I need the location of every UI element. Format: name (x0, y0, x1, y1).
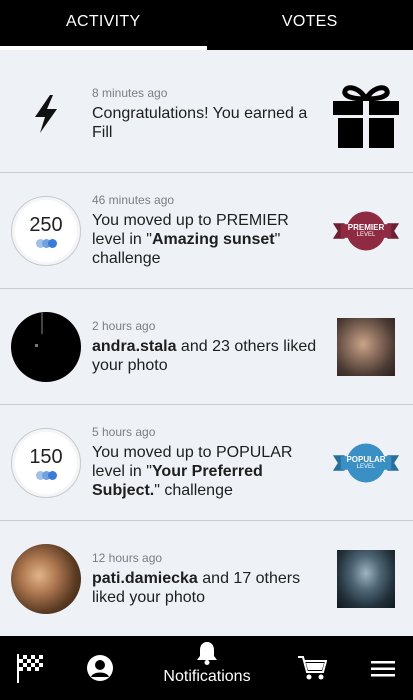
badge-sub: LEVEL (356, 232, 376, 238)
hamburger-menu-icon (371, 661, 395, 677)
checkered-flag-icon (17, 654, 43, 683)
list-item[interactable]: 12 hours ago pati.damiecka and 17 others… (0, 521, 413, 637)
item-message: Congratulations! You earned a Fill (92, 105, 308, 141)
list-item[interactable]: 250 46 minutes ago You moved up to PREMI… (0, 173, 413, 289)
avatar[interactable] (11, 311, 81, 382)
item-time: 12 hours ago (92, 550, 163, 565)
item-time: 2 hours ago (92, 318, 156, 333)
tab-activity-label: ACTIVITY (66, 13, 141, 30)
item-message: andra.stala and 23 others liked your pho… (92, 337, 317, 374)
score-circle: 150 (11, 427, 81, 498)
nav-notifications-label: Notifications (163, 668, 251, 685)
avatar[interactable] (11, 543, 81, 614)
tab-votes-label: VOTES (281, 13, 338, 30)
item-message: You moved up to POPULAR level in "Your P… (92, 444, 293, 499)
shopping-cart-icon (298, 656, 327, 680)
gift-box-icon (331, 79, 401, 149)
nav-shop[interactable] (297, 654, 327, 682)
username-link[interactable]: andra.stala (92, 338, 176, 355)
activity-feed: 8 minutes ago Congratulations! You earne… (0, 56, 413, 637)
popular-level-badge: POPULAR LEVEL (331, 428, 401, 498)
tab-votes[interactable]: VOTES (206, 0, 413, 50)
score-dots (35, 238, 57, 248)
item-time: 46 minutes ago (92, 193, 175, 207)
item-time: 8 minutes ago (92, 86, 168, 100)
item-message: pati.damiecka and 17 others liked your p… (92, 569, 301, 606)
list-item[interactable]: 150 5 hours ago You moved up to POPULAR … (0, 405, 413, 521)
nav-challenges[interactable] (15, 652, 45, 684)
badge-title: PREMIER (347, 223, 385, 232)
profile-icon (87, 655, 113, 681)
bell-icon (197, 642, 217, 665)
challenge-name[interactable]: Amazing sunset (152, 231, 275, 248)
lightning-bolt-icon (10, 78, 82, 150)
item-message: You moved up to PREMIER level in "Amazin… (92, 212, 289, 267)
premier-level-badge: PREMIER LEVEL (331, 196, 401, 266)
score-dots (35, 470, 57, 480)
username-link[interactable]: pati.damiecka (92, 570, 198, 587)
score-circle: 250 (11, 195, 81, 266)
tab-activity[interactable]: ACTIVITY (0, 0, 207, 50)
list-item[interactable]: 8 minutes ago Congratulations! You earne… (0, 56, 413, 173)
photo-thumbnail[interactable] (331, 312, 401, 382)
photo-thumbnail[interactable] (331, 544, 401, 614)
badge-sub: LEVEL (356, 464, 376, 470)
nav-notifications[interactable]: Notifications (160, 640, 254, 686)
bottom-nav: Notifications (0, 636, 413, 700)
list-item[interactable]: 2 hours ago andra.stala and 23 others li… (0, 289, 413, 405)
top-tabs: ACTIVITY VOTES (0, 0, 413, 50)
nav-menu[interactable] (371, 660, 395, 678)
badge-title: POPULAR (346, 455, 386, 464)
score-value: 150 (29, 445, 63, 468)
item-time: 5 hours ago (92, 425, 156, 439)
nav-profile[interactable] (86, 654, 114, 682)
score-value: 250 (29, 213, 63, 236)
